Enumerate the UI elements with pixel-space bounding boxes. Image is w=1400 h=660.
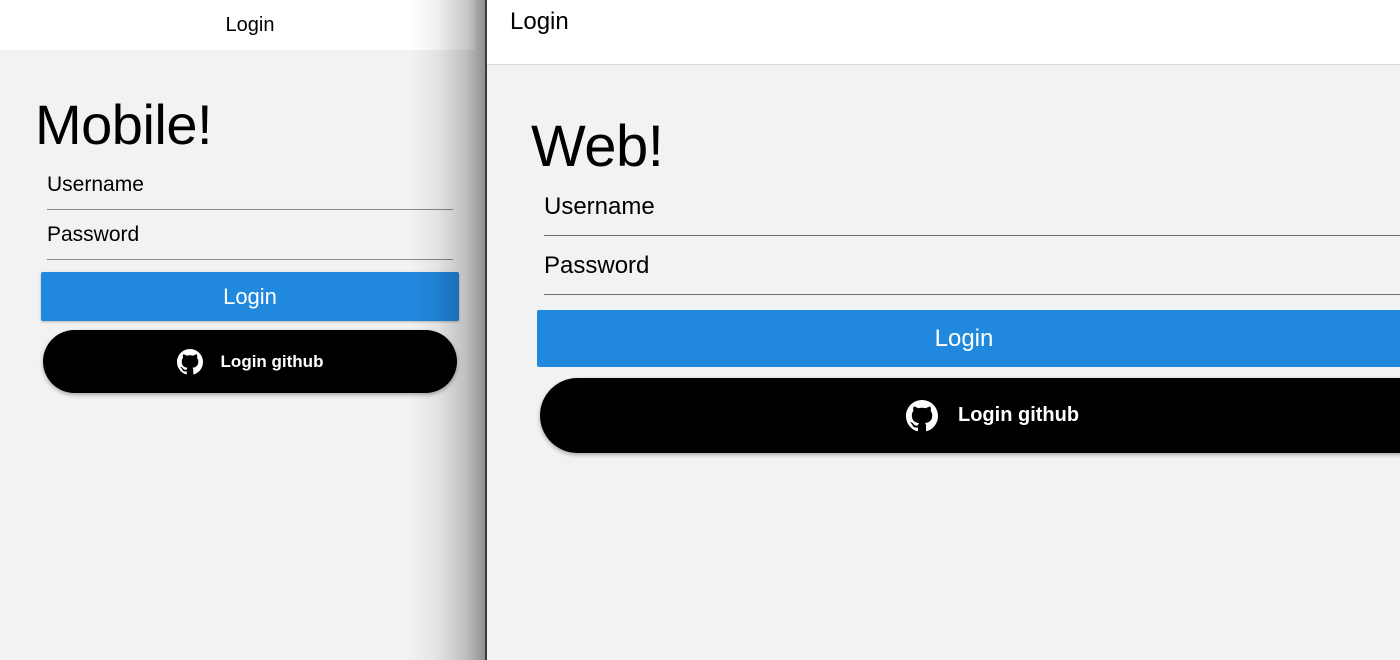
panel-divider-shadow <box>410 0 486 660</box>
mobile-navbar: Login <box>0 0 475 50</box>
mobile-nav-title: Login <box>225 13 275 36</box>
github-icon <box>176 348 203 374</box>
mobile-username-field <box>47 162 453 210</box>
github-icon <box>906 399 938 431</box>
mobile-login-button[interactable]: Login <box>41 272 459 321</box>
web-password-input[interactable] <box>544 239 1400 293</box>
web-username-field <box>544 180 1400 236</box>
web-login-button[interactable]: Login <box>537 310 1400 367</box>
mobile-panel: Login Mobile! Login Login github <box>0 0 475 660</box>
mobile-password-field <box>47 212 453 260</box>
web-github-label: Login github <box>958 404 1080 426</box>
web-panel: Login Web! Login Login github <box>487 0 1400 660</box>
web-username-input[interactable] <box>544 180 1400 234</box>
mobile-page-heading: Mobile! <box>35 93 213 156</box>
web-navbar: Login <box>487 0 1400 65</box>
web-login-github-button[interactable]: Login github <box>540 378 1400 453</box>
mobile-username-input[interactable] <box>47 162 453 208</box>
comparison-screen: Login Mobile! Login Login github Login W… <box>0 0 1400 660</box>
mobile-password-input[interactable] <box>47 212 453 258</box>
mobile-github-label: Login github <box>220 351 324 371</box>
web-nav-title: Login <box>510 8 569 35</box>
web-page-heading: Web! <box>531 114 664 179</box>
mobile-login-github-button[interactable]: Login github <box>43 330 457 393</box>
web-password-field <box>544 239 1400 295</box>
